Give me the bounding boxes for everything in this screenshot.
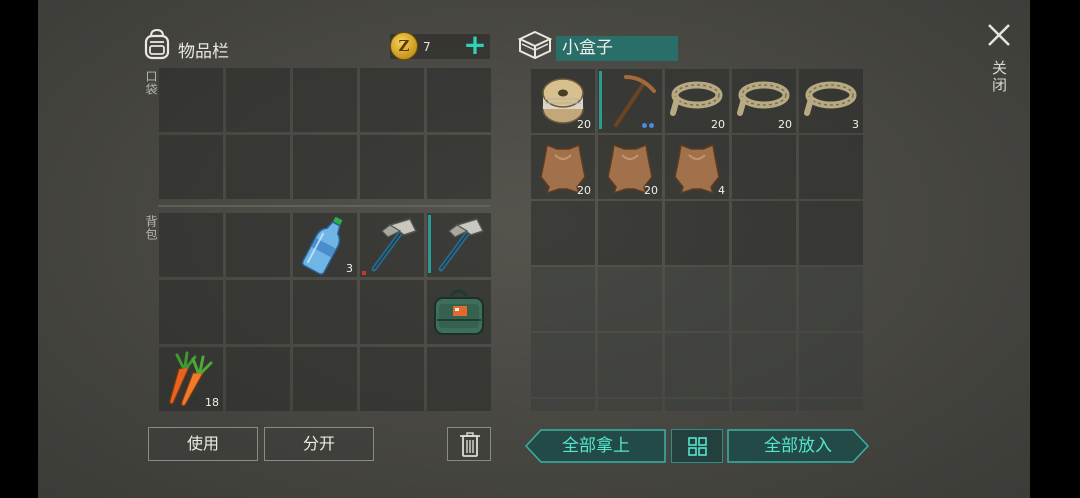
close-label[interactable]: 关闭 <box>989 60 1010 94</box>
box-slot-locked <box>732 267 796 331</box>
section-divider <box>158 205 490 207</box>
box-slot[interactable] <box>732 135 796 199</box>
box-slot-locked <box>665 333 729 397</box>
pocket-slot[interactable] <box>293 68 357 132</box>
backpack-slot[interactable] <box>293 280 357 344</box>
box-slot-locked <box>665 399 729 411</box>
trash-button[interactable] <box>447 427 491 461</box>
box-slot-locked <box>732 333 796 397</box>
put-all-button[interactable]: 全部放入 <box>727 429 869 463</box>
backpack-slot[interactable] <box>226 280 290 344</box>
backpack-slot[interactable]: 3 <box>293 213 357 277</box>
backpack-label: 背包 <box>144 215 158 241</box>
pocket-slot[interactable] <box>427 135 491 199</box>
box-slot-locked <box>531 267 595 331</box>
close-icon[interactable] <box>985 21 1013 49</box>
pocket-slot[interactable] <box>360 135 424 199</box>
hammer-icon <box>438 218 485 272</box>
pocket-slot[interactable] <box>226 135 290 199</box>
use-button[interactable]: 使用 <box>148 427 258 461</box>
box-slot[interactable] <box>799 135 863 199</box>
item-quantity: 18 <box>205 396 219 409</box>
pocket-slot[interactable] <box>293 135 357 199</box>
backpack-slot[interactable] <box>360 347 424 411</box>
backpack-icon <box>144 28 170 60</box>
pocket-label: 口袋 <box>144 70 158 96</box>
split-button[interactable]: 分开 <box>264 427 374 461</box>
box-slot-locked <box>799 333 863 397</box>
box-slot[interactable] <box>598 69 662 133</box>
box-slot-locked <box>732 399 796 411</box>
box-slot[interactable]: 3 <box>799 69 863 133</box>
box-slot-locked <box>799 399 863 411</box>
pocket-slot[interactable] <box>159 68 223 132</box>
item-quantity: 20 <box>711 118 725 131</box>
backpack-slot[interactable] <box>360 213 424 277</box>
coin-icon: Z <box>390 32 418 60</box>
box-slot[interactable]: 20 <box>531 135 595 199</box>
grid-sort-icon <box>688 437 707 456</box>
backpack-slot[interactable] <box>427 280 491 344</box>
box-slot-locked <box>665 267 729 331</box>
pocket-slot[interactable] <box>159 135 223 199</box>
trash-icon <box>460 432 480 457</box>
box-slot-locked <box>598 399 662 411</box>
item-quantity: 4 <box>718 184 725 197</box>
backpack-slot[interactable] <box>159 280 223 344</box>
box-name: 小盒子 <box>556 36 678 61</box>
inventory-title: 物品栏 <box>178 42 229 62</box>
backpack-slot[interactable] <box>427 213 491 277</box>
item-quantity: 20 <box>577 118 591 131</box>
pocket-slot[interactable] <box>226 68 290 132</box>
box-slot[interactable] <box>732 201 796 265</box>
box-icon <box>517 30 553 60</box>
backpack-slot[interactable]: 18 <box>159 347 223 411</box>
backpack-slot[interactable] <box>360 280 424 344</box>
box-slot[interactable]: 20 <box>598 135 662 199</box>
pocket-slot[interactable] <box>427 68 491 132</box>
hammer-icon <box>371 218 418 272</box>
take-all-button[interactable]: 全部拿上 <box>525 429 667 463</box>
box-slot-locked <box>598 333 662 397</box>
bag-item-icon <box>434 289 484 335</box>
backpack-slot[interactable] <box>293 347 357 411</box>
pocket-slot[interactable] <box>360 68 424 132</box>
box-slot[interactable]: 20 <box>665 69 729 133</box>
box-slot[interactable] <box>531 201 595 265</box>
box-slot[interactable]: 20 <box>732 69 796 133</box>
item-quantity: 3 <box>346 262 353 275</box>
item-quantity: 20 <box>577 184 591 197</box>
box-slot-locked <box>799 267 863 331</box>
item-quantity: 3 <box>852 118 859 131</box>
box-slot-locked <box>531 399 595 411</box>
box-slot[interactable]: 4 <box>665 135 729 199</box>
box-slot-locked <box>531 333 595 397</box>
box-slot[interactable] <box>598 201 662 265</box>
backpack-slot[interactable] <box>226 213 290 277</box>
backpack-slot[interactable] <box>427 347 491 411</box>
box-slot[interactable]: 20 <box>531 69 595 133</box>
take-all-label: 全部拿上 <box>562 436 630 456</box>
put-all-label: 全部放入 <box>764 436 832 456</box>
backpack-slot[interactable] <box>226 347 290 411</box>
add-coins-button[interactable]: + <box>462 31 488 61</box>
box-slot-locked <box>598 267 662 331</box>
sort-button[interactable] <box>671 429 723 463</box>
backpack-slot[interactable] <box>159 213 223 277</box>
item-quantity: 20 <box>778 118 792 131</box>
coin-count: 7 <box>423 40 431 54</box>
item-quantity: 20 <box>644 184 658 197</box>
box-slot[interactable] <box>665 201 729 265</box>
box-slot[interactable] <box>799 201 863 265</box>
